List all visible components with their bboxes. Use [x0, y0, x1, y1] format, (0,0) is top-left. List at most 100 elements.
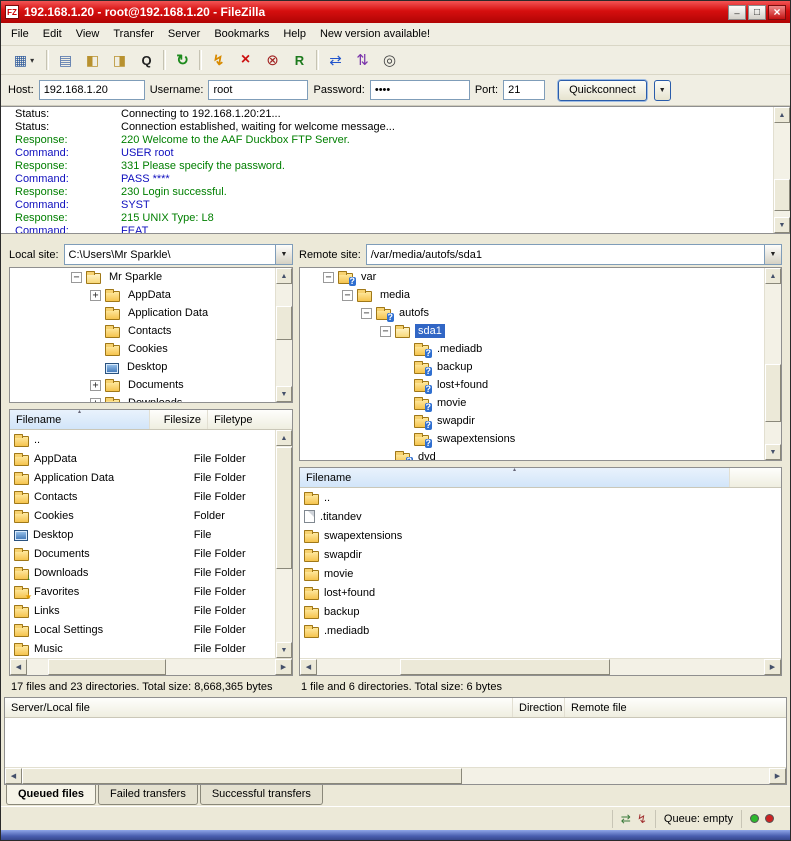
toggle-message-log-button[interactable]: ▤ [52, 48, 79, 72]
remote-tree-scrollbar[interactable] [764, 268, 781, 460]
column-header-filename[interactable]: Filename [10, 410, 150, 429]
queue-column-local-file[interactable]: Server/Local file [5, 698, 513, 717]
tree-item[interactable]: swapextensions [300, 430, 781, 448]
Desktop[interactable]: DesktopFile [10, 525, 275, 544]
local-site-combo[interactable]: C:\Users\Mr Sparkle\ ▼ [64, 244, 293, 265]
minimize-button[interactable] [728, 5, 746, 20]
Application Data[interactable]: Application DataFile Folder [10, 468, 275, 487]
scroll-up-button[interactable] [276, 430, 292, 446]
tree-item[interactable]: −media [300, 286, 781, 304]
column-header-filename[interactable]: Filename [300, 468, 730, 487]
movie[interactable]: movie [300, 564, 781, 583]
toolbar-separator[interactable] [199, 50, 202, 70]
Cookies[interactable]: CookiesFolder [10, 506, 275, 525]
queue-tab[interactable]: Failed transfers [98, 785, 198, 805]
toolbar-separator[interactable] [316, 50, 319, 70]
close-button[interactable] [768, 5, 786, 20]
find-files-button[interactable]: ◎ [376, 48, 403, 72]
scroll-up-button[interactable] [765, 268, 781, 284]
tree-item[interactable]: −var [300, 268, 781, 286]
tree-item[interactable]: movie [300, 394, 781, 412]
Local Settings[interactable]: Local SettingsFile Folder [10, 620, 275, 639]
swapextensions[interactable]: swapextensions [300, 526, 781, 545]
tree-item[interactable]: dvd [300, 448, 781, 461]
scroll-down-button[interactable] [774, 217, 790, 233]
scroll-left-button[interactable] [300, 659, 317, 675]
expander-icon[interactable]: − [380, 326, 391, 337]
username-input[interactable] [208, 80, 308, 100]
queue-column-remote-file[interactable]: Remote file [565, 698, 786, 717]
remote-list-hscrollbar[interactable] [300, 658, 781, 675]
local-site-dropdown-button[interactable]: ▼ [275, 245, 292, 264]
port-input[interactable] [503, 80, 545, 100]
..[interactable]: .. [300, 488, 781, 507]
scroll-up-button[interactable] [276, 268, 292, 284]
expander-icon[interactable]: − [71, 272, 82, 283]
toolbar-separator[interactable] [46, 50, 49, 70]
menu-item[interactable]: View [69, 24, 107, 44]
Links[interactable]: LinksFile Folder [10, 601, 275, 620]
expander-icon[interactable]: − [342, 290, 353, 301]
tree-item[interactable]: Application Data [10, 304, 292, 322]
queue-hscrollbar[interactable] [5, 767, 786, 784]
local-list-scrollbar[interactable] [275, 430, 292, 658]
menu-item[interactable]: New version available! [313, 24, 437, 44]
scroll-thumb[interactable] [276, 447, 292, 569]
host-input[interactable] [39, 80, 145, 100]
scroll-thumb[interactable] [400, 659, 610, 675]
Downloads[interactable]: DownloadsFile Folder [10, 563, 275, 582]
tree-item[interactable]: −autofs [300, 304, 781, 322]
queue-tab[interactable]: Queued files [6, 785, 96, 805]
tree-item[interactable]: +Documents [10, 376, 292, 394]
scroll-thumb[interactable] [765, 364, 781, 422]
quickconnect-button[interactable]: Quickconnect [558, 80, 647, 101]
expander-icon[interactable]: − [361, 308, 372, 319]
scroll-right-button[interactable] [275, 659, 292, 675]
synchronized-browsing-button[interactable]: ⇅ [349, 48, 376, 72]
scroll-left-button[interactable] [10, 659, 27, 675]
password-input[interactable] [370, 80, 470, 100]
expander-icon[interactable]: + [90, 398, 101, 404]
lost+found[interactable]: lost+found [300, 583, 781, 602]
site-manager-button[interactable]: ▦ [5, 48, 43, 72]
tree-item[interactable]: +AppData [10, 286, 292, 304]
menu-item[interactable]: File [4, 24, 36, 44]
scroll-thumb[interactable] [22, 768, 462, 784]
Music[interactable]: MusicFile Folder [10, 639, 275, 658]
backup[interactable]: backup [300, 602, 781, 621]
tree-item[interactable]: .mediadb [300, 340, 781, 358]
scroll-right-button[interactable] [764, 659, 781, 675]
tree-item[interactable]: −Mr Sparkle [10, 268, 292, 286]
.mediadb[interactable]: .mediadb [300, 621, 781, 640]
tree-item[interactable]: +Downloads [10, 394, 292, 403]
disconnect-button[interactable]: ⊗ [259, 48, 286, 72]
expander-icon[interactable]: + [90, 380, 101, 391]
..[interactable]: .. [10, 430, 275, 449]
toggle-local-tree-button[interactable]: ◧ [79, 48, 106, 72]
AppData[interactable]: AppDataFile Folder [10, 449, 275, 468]
tree-item[interactable]: backup [300, 358, 781, 376]
directory-comparison-button[interactable]: ⇄ [322, 48, 349, 72]
tree-item[interactable]: lost+found [300, 376, 781, 394]
reconnect-button[interactable]: R [286, 48, 313, 72]
toggle-queue-button[interactable]: Q [133, 48, 160, 72]
scroll-left-button[interactable] [5, 768, 22, 784]
local-list-hscrollbar[interactable] [10, 658, 292, 675]
.titandev[interactable]: .titandev [300, 507, 781, 526]
scroll-down-button[interactable] [276, 642, 292, 658]
toolbar-separator[interactable] [163, 50, 166, 70]
tree-item[interactable]: −sda1 [300, 322, 781, 340]
tree-item[interactable]: Desktop [10, 358, 292, 376]
column-header-filesize[interactable]: Filesize [150, 410, 208, 429]
remote-site-combo[interactable]: /var/media/autofs/sda1 ▼ [366, 244, 782, 265]
scroll-up-button[interactable] [774, 107, 790, 123]
menu-item[interactable]: Server [161, 24, 207, 44]
process-queue-button[interactable]: ↯ [205, 48, 232, 72]
queue-tab[interactable]: Successful transfers [200, 785, 323, 805]
Documents[interactable]: DocumentsFile Folder [10, 544, 275, 563]
queue-column-direction[interactable]: Direction [513, 698, 565, 717]
tree-item[interactable]: Contacts [10, 322, 292, 340]
expander-icon[interactable]: − [323, 272, 334, 283]
cancel-operation-button[interactable]: × [232, 48, 259, 72]
toggle-remote-tree-button[interactable]: ◨ [106, 48, 133, 72]
